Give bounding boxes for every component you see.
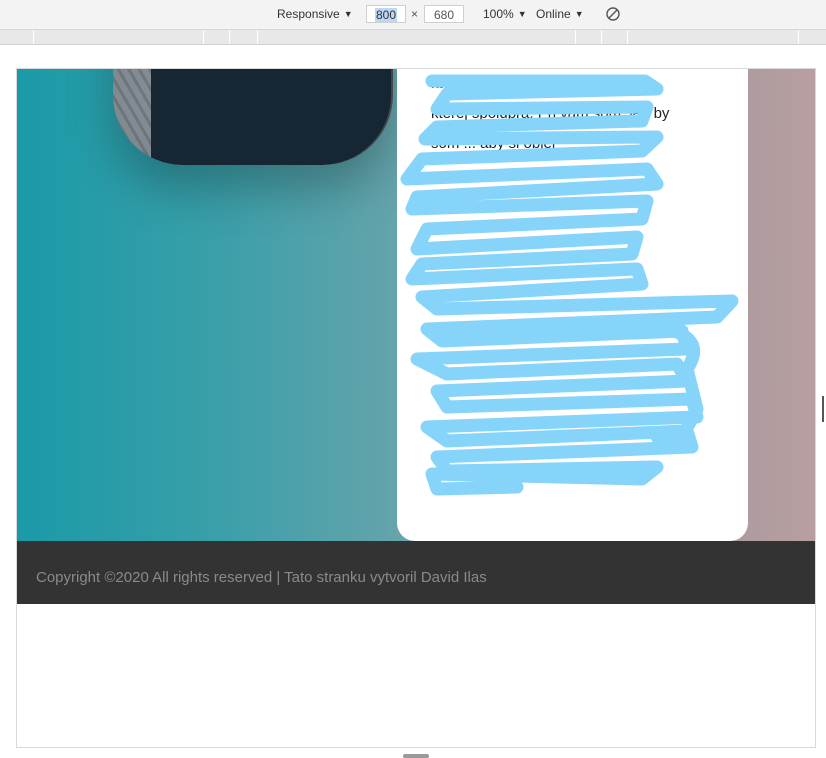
width-value: 800 xyxy=(374,8,398,22)
chevron-down-icon: ▼ xyxy=(517,9,527,19)
site-footer: Copyright ©2020 All rights reserved | Ta… xyxy=(17,541,815,604)
device-label: Responsive xyxy=(277,7,340,21)
hero-section: ktomu. Kedy a kde ste a dál ja na kterej… xyxy=(17,69,815,541)
device-viewport: ktomu. Kedy a kde ste a dál ja na kterej… xyxy=(16,68,816,748)
copyright-text: Copyright ©2020 All rights reserved | Ta… xyxy=(36,569,487,586)
about-text: ktomu. Kedy a kde ste a dál ja na kterej… xyxy=(431,75,670,152)
throttle-label: Online xyxy=(536,7,571,21)
dimension-separator: × xyxy=(411,7,419,21)
profile-photo xyxy=(113,69,393,165)
zoom-label: 100% xyxy=(483,7,514,21)
rotate-icon[interactable] xyxy=(605,6,621,22)
device-toolbar: Responsive ▼ 800 × 680 100% ▼ Online ▼ xyxy=(0,0,826,30)
zoom-dropdown[interactable]: 100% ▼ xyxy=(483,6,527,23)
height-input[interactable]: 680 xyxy=(424,5,464,23)
throttle-dropdown[interactable]: Online ▼ xyxy=(536,6,584,23)
device-dropdown[interactable]: Responsive ▼ xyxy=(277,6,353,23)
viewport-resize-handle-right[interactable] xyxy=(822,396,824,422)
chevron-down-icon: ▼ xyxy=(343,9,353,19)
height-value: 680 xyxy=(433,8,455,22)
media-query-bar[interactable] xyxy=(0,30,826,45)
viewport-resize-handle-bottom[interactable] xyxy=(403,754,429,758)
width-input[interactable]: 800 xyxy=(366,5,406,23)
about-card: ktomu. Kedy a kde ste a dál ja na kterej… xyxy=(397,69,748,541)
chevron-down-icon: ▼ xyxy=(574,9,584,19)
